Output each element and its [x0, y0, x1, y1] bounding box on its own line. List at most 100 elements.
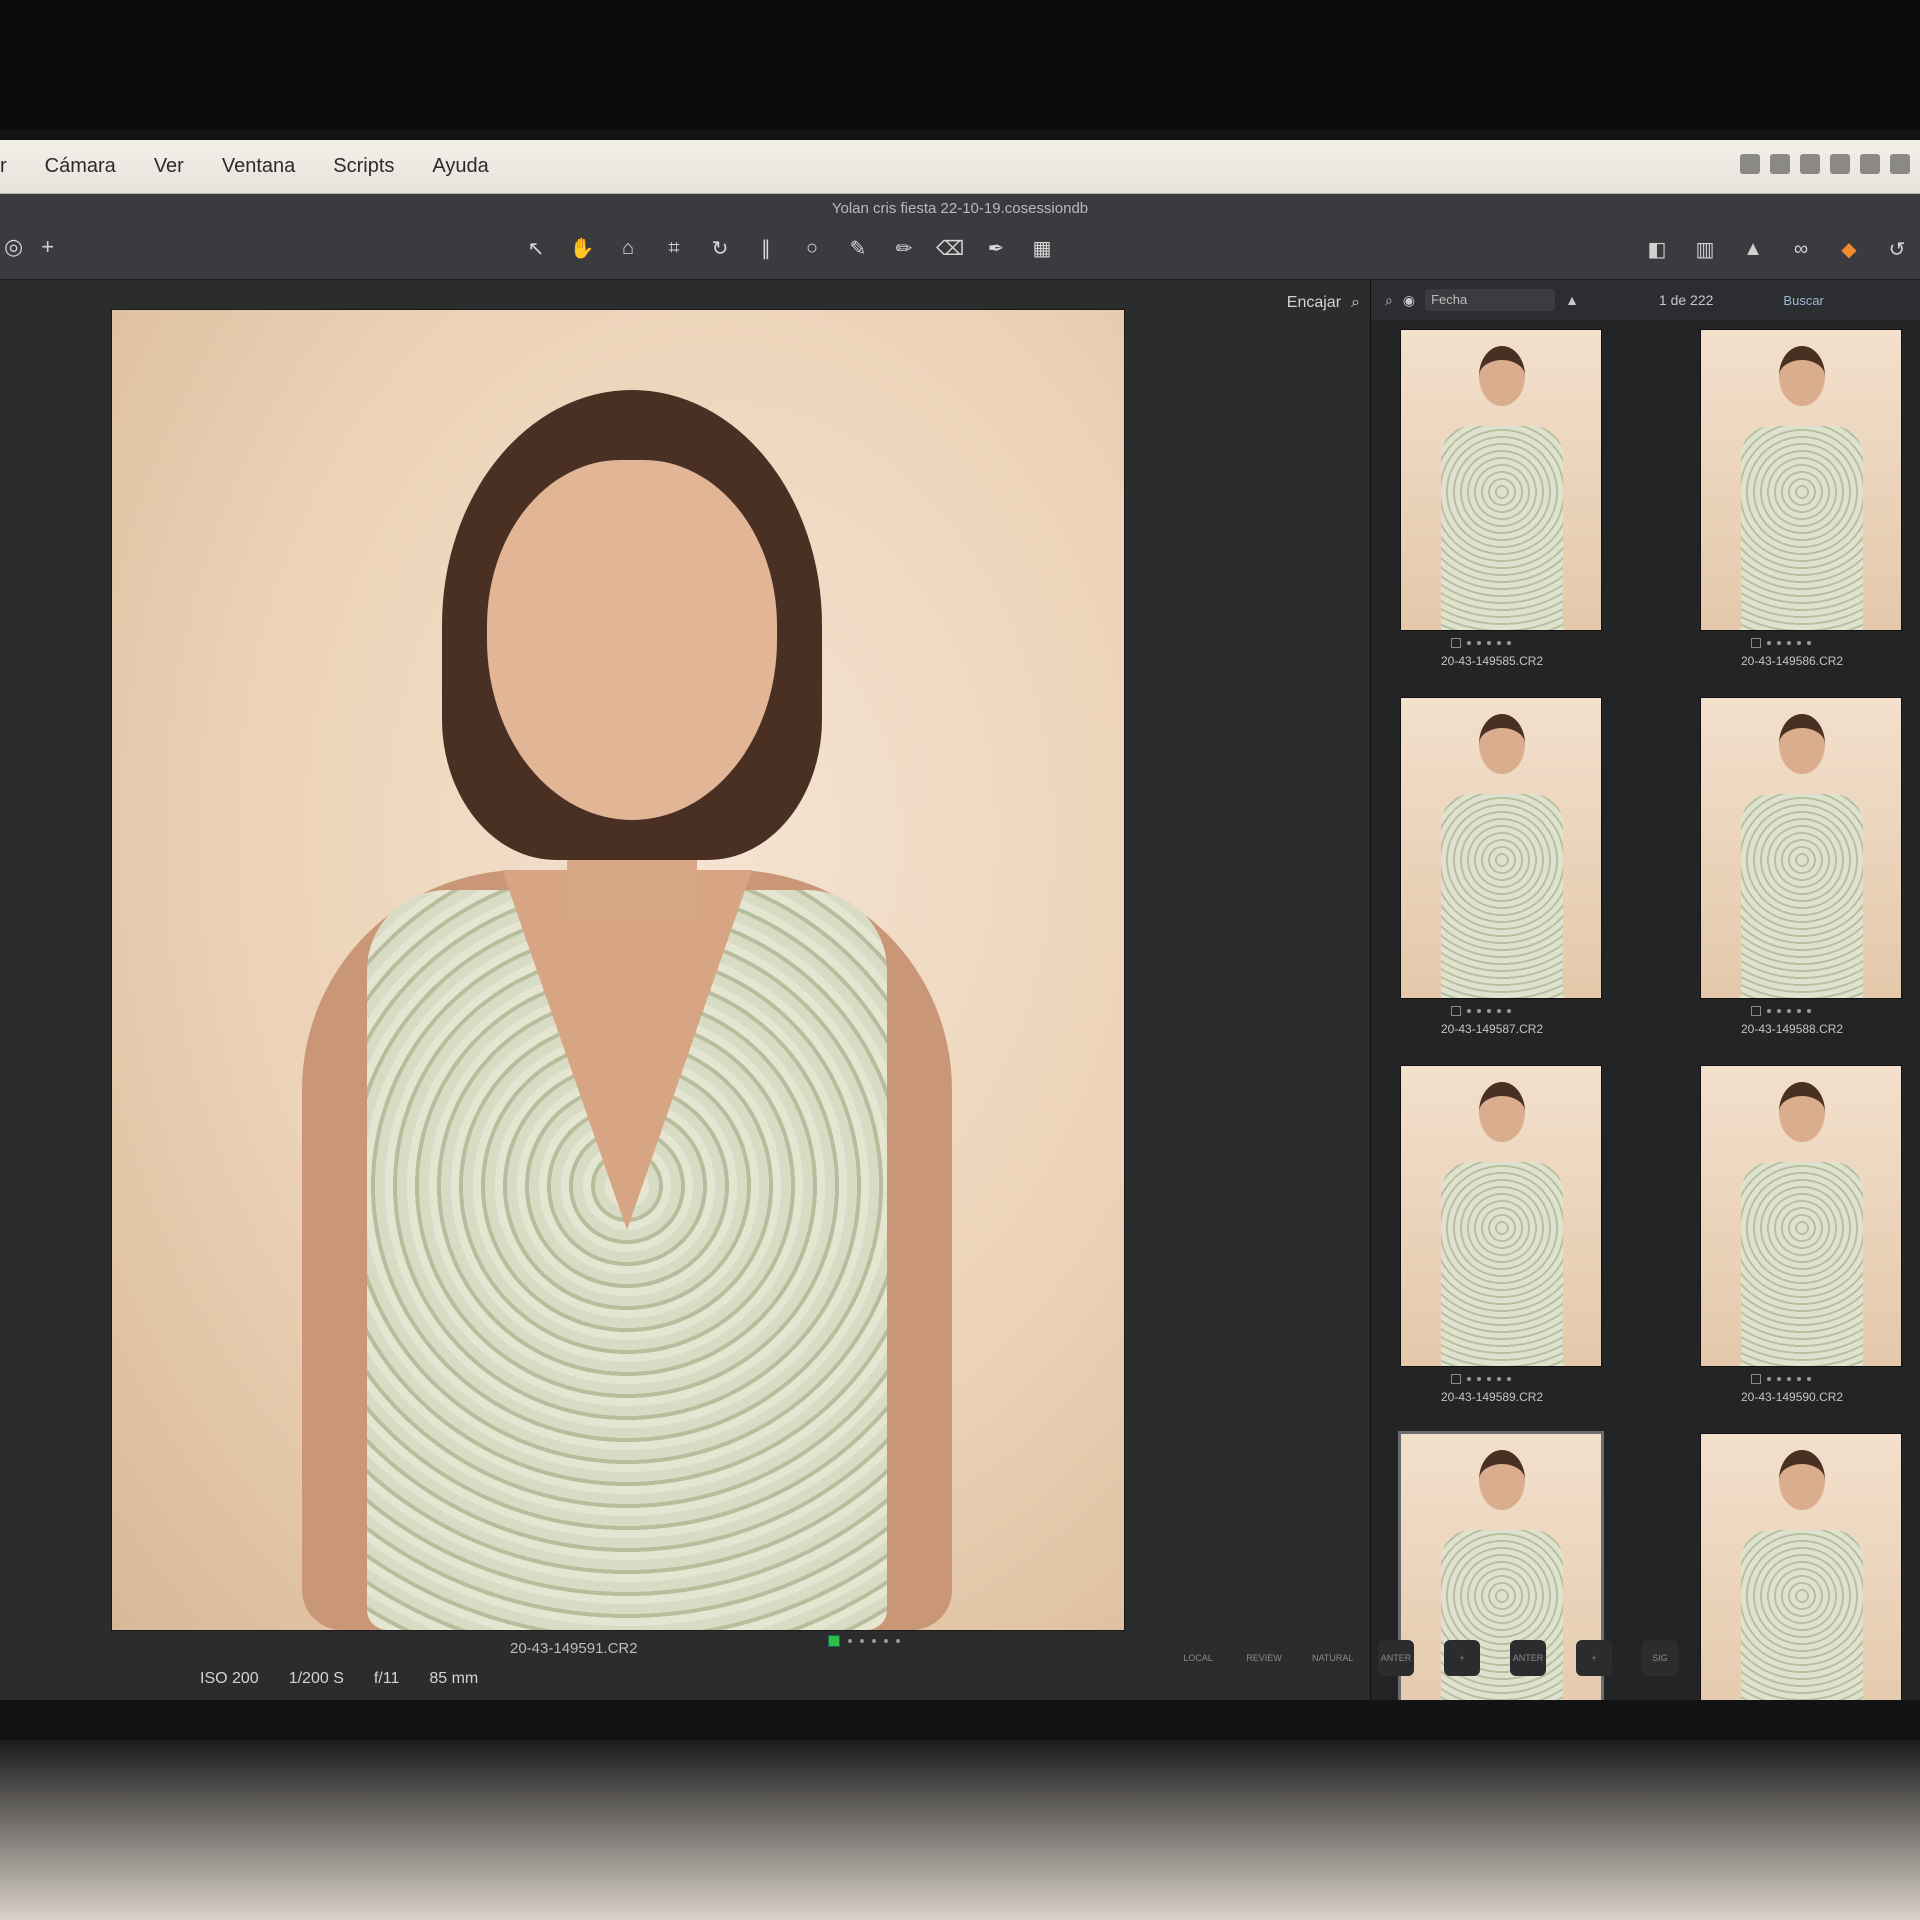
star-dot[interactable] — [1797, 1009, 1801, 1013]
thumbnail-item[interactable]: 20-43-149586.CR2 — [1701, 330, 1901, 668]
star-dot[interactable] — [1787, 641, 1791, 645]
thumbnail-image[interactable] — [1701, 698, 1901, 998]
status-gmail-icon[interactable] — [1800, 154, 1820, 174]
thumbnail-rating[interactable] — [1451, 638, 1601, 648]
star-dot[interactable] — [872, 1639, 876, 1643]
star-dot[interactable] — [884, 1639, 888, 1643]
menu-item-partial[interactable]: r — [0, 155, 7, 178]
search-icon[interactable]: ⌕ — [1385, 292, 1393, 309]
status-wifi-icon[interactable] — [1860, 154, 1880, 174]
star-dot[interactable] — [1767, 641, 1771, 645]
star-dot[interactable] — [1797, 641, 1801, 645]
status-battery-icon[interactable] — [1890, 154, 1910, 174]
main-photo[interactable] — [112, 310, 1124, 1630]
menu-item-ayuda[interactable]: Ayuda — [432, 155, 488, 178]
crop-tool-icon[interactable]: ⌗ — [658, 232, 690, 264]
rotate-tool-icon[interactable]: ↻ — [704, 232, 736, 264]
warning-icon[interactable]: ▲ — [1740, 236, 1766, 262]
star-dot[interactable] — [1477, 1009, 1481, 1013]
color-tag[interactable] — [1451, 638, 1461, 648]
menu-item-camara[interactable]: Cámara — [45, 155, 116, 178]
star-dot[interactable] — [1507, 1377, 1511, 1381]
dock-button[interactable]: ANTER — [1378, 1640, 1414, 1676]
spot-tool-icon[interactable]: ○ — [796, 232, 828, 264]
proof-icon[interactable]: ∞ — [1788, 236, 1814, 262]
dock-button[interactable]: LOCAL — [1180, 1640, 1216, 1676]
star-dot[interactable] — [1507, 641, 1511, 645]
thumbnail-item[interactable]: 20-43-149589.CR2 — [1401, 1066, 1601, 1404]
star-dot[interactable] — [1797, 1377, 1801, 1381]
thumbnail-image[interactable] — [1701, 330, 1901, 630]
thumbnail-image[interactable] — [1401, 698, 1601, 998]
status-app-icon[interactable] — [1770, 154, 1790, 174]
star-dot[interactable] — [1767, 1009, 1771, 1013]
star-dot[interactable] — [1477, 641, 1481, 645]
pan-tool-icon[interactable]: ✋ — [566, 232, 598, 264]
star-dot[interactable] — [1497, 1009, 1501, 1013]
thumbnail-item[interactable]: 20-43-149592.CR2 — [1701, 1434, 1901, 1700]
picker-tool-icon[interactable]: ✎ — [842, 232, 874, 264]
annotate-tool-icon[interactable]: ✒ — [980, 232, 1012, 264]
color-tag[interactable] — [1451, 1006, 1461, 1016]
thumbnail-rating[interactable] — [1451, 1374, 1601, 1384]
dock-button[interactable]: NATURAL — [1312, 1640, 1353, 1676]
star-dot[interactable] — [1777, 641, 1781, 645]
star-dot[interactable] — [1467, 1377, 1471, 1381]
star-dot[interactable] — [860, 1639, 864, 1643]
star-dot[interactable] — [1777, 1009, 1781, 1013]
zoom-icon[interactable]: ◎ — [4, 234, 23, 260]
star-dot[interactable] — [1507, 1009, 1511, 1013]
dock-button[interactable]: + — [1576, 1640, 1612, 1676]
dock-button[interactable]: SIG — [1642, 1640, 1678, 1676]
sort-direction-icon[interactable]: ▲ — [1565, 292, 1579, 308]
green-color-tag[interactable] — [828, 1635, 840, 1647]
loupe-tool-icon[interactable]: ⌂ — [612, 232, 644, 264]
thumbnail-rating[interactable] — [1751, 638, 1901, 648]
dock-button[interactable]: + — [1444, 1640, 1480, 1676]
fit-label[interactable]: Encajar — [1287, 294, 1341, 312]
main-rating[interactable] — [828, 1635, 900, 1647]
star-dot[interactable] — [1487, 1009, 1491, 1013]
color-tag[interactable] — [1751, 638, 1761, 648]
menu-item-ver[interactable]: Ver — [154, 155, 184, 178]
grid-view-icon[interactable]: ▦ — [1026, 232, 1058, 264]
select-tool-icon[interactable]: ↖ — [520, 232, 552, 264]
menu-item-ventana[interactable]: Ventana — [222, 155, 295, 178]
add-icon[interactable]: + — [41, 234, 54, 260]
color-tag[interactable] — [1751, 1006, 1761, 1016]
menu-item-scripts[interactable]: Scripts — [333, 155, 394, 178]
color-tag[interactable] — [1451, 1374, 1461, 1384]
before-after-icon[interactable]: ◧ — [1644, 236, 1670, 262]
star-dot[interactable] — [1807, 641, 1811, 645]
star-dot[interactable] — [1487, 641, 1491, 645]
thumbnail-rating[interactable] — [1751, 1374, 1901, 1384]
star-dot[interactable] — [1467, 641, 1471, 645]
search-link[interactable]: Buscar — [1783, 293, 1823, 308]
dock-button[interactable]: ANTER — [1510, 1640, 1546, 1676]
keystone-tool-icon[interactable]: ∥ — [750, 232, 782, 264]
star-dot[interactable] — [1467, 1009, 1471, 1013]
eraser-tool-icon[interactable]: ⌫ — [934, 232, 966, 264]
star-dot[interactable] — [1767, 1377, 1771, 1381]
thumbnail-item[interactable]: 20-43-149585.CR2 — [1401, 330, 1601, 668]
status-dropbox-icon[interactable] — [1740, 154, 1760, 174]
star-dot[interactable] — [1807, 1009, 1811, 1013]
sort-select[interactable]: Fecha — [1425, 289, 1556, 311]
star-dot[interactable] — [1487, 1377, 1491, 1381]
thumbnail-image[interactable] — [1401, 1066, 1601, 1366]
status-bluetooth-icon[interactable] — [1830, 154, 1850, 174]
star-dot[interactable] — [848, 1639, 852, 1643]
zoom-search-icon[interactable]: ⌕ — [1351, 294, 1360, 312]
thumbnail-item[interactable]: 20-43-149590.CR2 — [1701, 1066, 1901, 1404]
star-dot[interactable] — [1807, 1377, 1811, 1381]
thumbnail-image[interactable] — [1701, 1434, 1901, 1700]
grid-icon[interactable]: ▥ — [1692, 236, 1718, 262]
star-dot[interactable] — [1497, 641, 1501, 645]
dock-button[interactable]: REVIEW — [1246, 1640, 1282, 1676]
thumbnail-rating[interactable] — [1451, 1006, 1601, 1016]
thumbnail-image[interactable] — [1401, 330, 1601, 630]
brush-tool-icon[interactable]: ✏ — [888, 232, 920, 264]
eye-icon[interactable]: ◉ — [1403, 292, 1415, 309]
thumbnail-image[interactable] — [1701, 1066, 1901, 1366]
star-dot[interactable] — [1787, 1009, 1791, 1013]
